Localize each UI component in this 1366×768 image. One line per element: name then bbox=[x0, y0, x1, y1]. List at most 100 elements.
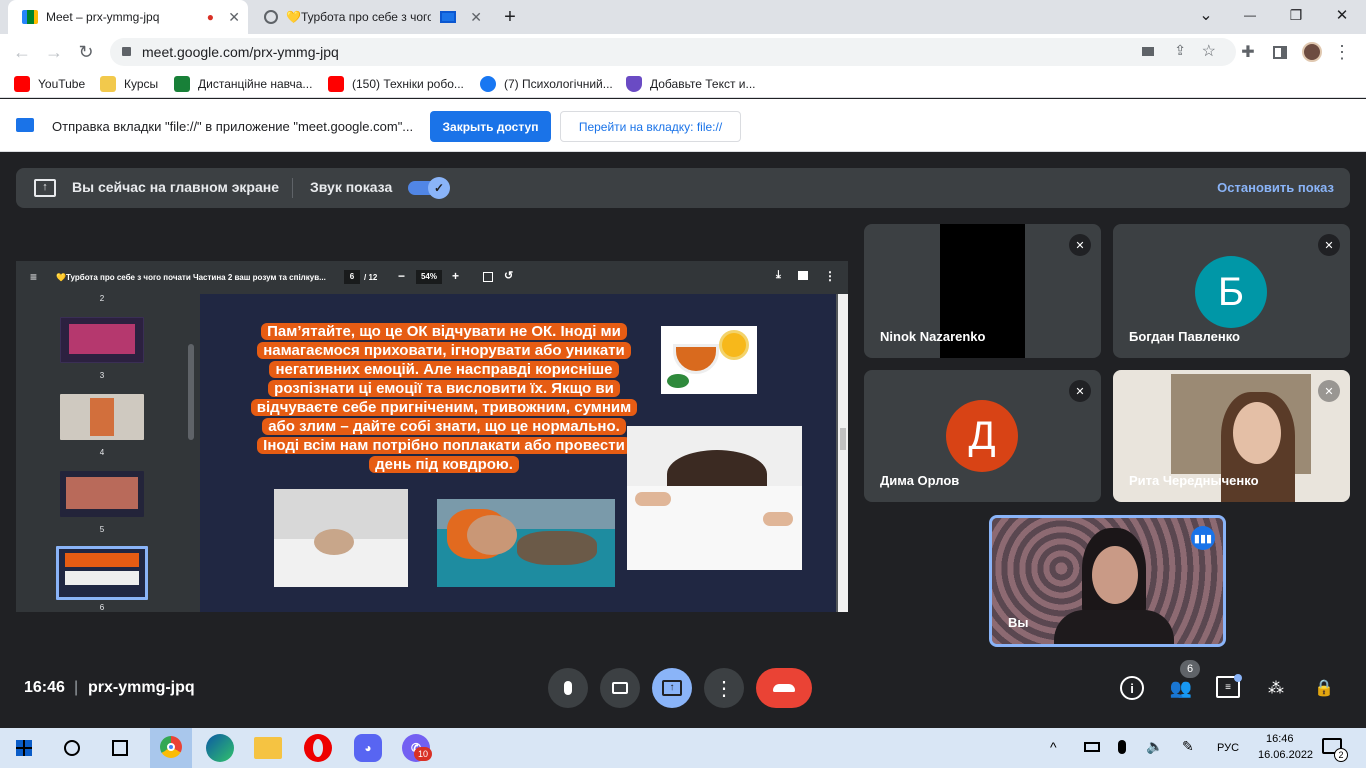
download-icon[interactable]: ⤓ bbox=[776, 269, 781, 282]
pen-icon[interactable]: ✎ bbox=[1182, 738, 1194, 755]
reload-icon[interactable]: ↻ bbox=[74, 40, 98, 64]
activities-icon[interactable]: ⁂ bbox=[1264, 676, 1288, 700]
bookmark-add-text[interactable]: Добавьте Текст и... bbox=[626, 76, 756, 92]
camera-button[interactable] bbox=[600, 668, 640, 708]
opera-icon[interactable] bbox=[304, 734, 332, 762]
bookmark-techniques[interactable]: (150) Техніки робо... bbox=[328, 76, 464, 92]
clock-time[interactable]: 16:46 bbox=[1266, 733, 1294, 745]
sleeping-person-image bbox=[274, 489, 408, 587]
girl-with-cat-image bbox=[437, 499, 615, 587]
facebook-icon bbox=[480, 76, 496, 92]
thumb-number: 2 bbox=[99, 294, 105, 303]
clock-date[interactable]: 16.06.2022 bbox=[1258, 749, 1313, 761]
self-view-tile[interactable]: ▮▮▮ Вы bbox=[989, 515, 1226, 647]
search-icon[interactable] bbox=[64, 740, 80, 756]
tab-meet[interactable]: Meet – prx-ymmg-jpq ● ✕ bbox=[8, 0, 248, 34]
battery-icon[interactable] bbox=[1084, 742, 1100, 752]
tray-chevron-icon[interactable]: ^ bbox=[1050, 739, 1057, 755]
edge-icon[interactable] bbox=[206, 734, 234, 762]
leave-call-button[interactable] bbox=[756, 668, 812, 708]
bookmark-distance[interactable]: Дистанційне навча... bbox=[174, 76, 312, 92]
stop-presenting-button[interactable]: Остановить показ bbox=[1217, 180, 1334, 195]
new-tab-button[interactable]: + bbox=[498, 5, 522, 29]
youtube-icon bbox=[14, 76, 30, 92]
thumbnail-page[interactable] bbox=[60, 394, 144, 440]
language-indicator[interactable]: РУС bbox=[1217, 742, 1239, 754]
fit-page-icon[interactable] bbox=[483, 272, 493, 282]
extensions-icon[interactable]: ✚ bbox=[1238, 42, 1258, 62]
bookmark-youtube[interactable]: YouTube bbox=[14, 76, 85, 92]
side-panel-icon[interactable] bbox=[1270, 42, 1290, 62]
zoom-in-icon[interactable]: + bbox=[452, 269, 459, 283]
thumbnail-page[interactable] bbox=[60, 471, 144, 517]
close-tab-icon[interactable]: ✕ bbox=[470, 9, 482, 26]
task-view-icon[interactable] bbox=[112, 740, 128, 756]
url-text: meet.google.com/prx-ymmg-jpq bbox=[142, 44, 339, 60]
page-scrollbar[interactable] bbox=[838, 294, 848, 612]
page-count: / 12 bbox=[364, 273, 378, 282]
close-tab-icon[interactable]: ✕ bbox=[228, 9, 240, 26]
explorer-icon[interactable] bbox=[254, 737, 282, 759]
globe-icon bbox=[264, 10, 278, 24]
maximize-button[interactable]: ❐ bbox=[1284, 5, 1308, 25]
camera-icon bbox=[612, 682, 628, 694]
profile-avatar[interactable] bbox=[1302, 42, 1322, 62]
volume-icon[interactable]: 🔈 bbox=[1146, 738, 1163, 755]
thumb-number: 5 bbox=[99, 525, 105, 534]
mic-button[interactable] bbox=[548, 668, 588, 708]
page-input[interactable]: 6 bbox=[344, 270, 360, 284]
separator: | bbox=[74, 679, 79, 696]
participant-tile[interactable]: Д ✕ Дима Орлов bbox=[864, 370, 1101, 502]
tab-title: Meet – prx-ymmg-jpq bbox=[46, 10, 160, 24]
zoom-out-icon[interactable]: − bbox=[398, 269, 405, 283]
tea-cup-image bbox=[661, 326, 757, 394]
thumbnail-page[interactable] bbox=[60, 317, 144, 363]
host-controls-icon[interactable]: 🔒 bbox=[1312, 676, 1336, 700]
info-icon[interactable]: i bbox=[1120, 676, 1144, 700]
participant-name: Рита Чередныченко bbox=[1129, 473, 1259, 488]
address-bar[interactable]: meet.google.com/prx-ymmg-jpq ⇪ ☆ bbox=[110, 38, 1236, 66]
zoom-level[interactable]: 54% bbox=[416, 270, 442, 284]
forward-icon[interactable]: → bbox=[42, 40, 66, 64]
rotate-icon[interactable]: ↺ bbox=[504, 269, 513, 282]
discord-icon[interactable]: ◕ bbox=[354, 734, 382, 762]
bookmark-courses[interactable]: Курсы bbox=[100, 76, 158, 92]
back-icon[interactable]: ← bbox=[10, 40, 34, 64]
mic-icon bbox=[564, 681, 572, 695]
thumbnail-scrollbar[interactable] bbox=[188, 344, 194, 440]
participant-tile[interactable]: ✕ Ninok Nazarenko bbox=[864, 224, 1101, 358]
thumbnail-page-active[interactable] bbox=[56, 546, 148, 600]
participants-count-badge: 6 bbox=[1180, 660, 1200, 678]
bookmark-star-icon[interactable]: ☆ bbox=[1202, 41, 1216, 61]
participant-tile[interactable]: Б ✕ Богдан Павленко bbox=[1113, 224, 1350, 358]
chrome-taskbar-icon[interactable] bbox=[150, 728, 192, 768]
bookmark-psych[interactable]: (7) Психологічний... bbox=[480, 76, 613, 92]
share-icon[interactable]: ⇪ bbox=[1174, 42, 1186, 59]
switch-tab-button[interactable]: Перейти на вкладку: file:// bbox=[560, 111, 741, 142]
hang-up-icon bbox=[773, 684, 795, 692]
windows-start-icon[interactable] bbox=[16, 740, 32, 756]
stop-sharing-button[interactable]: Закрыть доступ bbox=[430, 111, 551, 142]
more-options-button[interactable]: ⋮ bbox=[704, 668, 744, 708]
check-icon: ✓ bbox=[428, 177, 450, 199]
participant-name: Богдан Павленко bbox=[1129, 329, 1240, 344]
meeting-code: prx-ymmg-jpq bbox=[88, 679, 195, 696]
camera-icon[interactable] bbox=[1142, 47, 1154, 56]
hamburger-icon[interactable]: ≡ bbox=[30, 270, 37, 284]
speaking-indicator-icon: ▮▮▮ bbox=[1191, 526, 1215, 550]
recording-icon: ● bbox=[206, 10, 214, 24]
tab-search-icon[interactable]: ⌄ bbox=[1196, 5, 1216, 25]
menu-icon[interactable]: ⋮ bbox=[1332, 42, 1352, 62]
youtube-icon bbox=[328, 76, 344, 92]
print-icon[interactable] bbox=[798, 271, 808, 280]
close-window-button[interactable]: ✕ bbox=[1330, 5, 1354, 25]
participant-tile[interactable]: ✕ Рита Чередныченко bbox=[1113, 370, 1350, 502]
audio-label: Звук показа bbox=[310, 179, 393, 195]
microphone-icon[interactable] bbox=[1118, 740, 1126, 754]
audio-toggle[interactable]: ✓ bbox=[408, 177, 450, 199]
more-icon[interactable]: ⋮ bbox=[824, 269, 836, 283]
people-icon[interactable]: 👥 bbox=[1168, 676, 1194, 700]
present-button[interactable]: ↑ bbox=[652, 668, 692, 708]
minimize-button[interactable]: — bbox=[1238, 5, 1262, 25]
tab-pdf[interactable]: 💛Турбота про себе з чого ✕ bbox=[250, 0, 490, 34]
